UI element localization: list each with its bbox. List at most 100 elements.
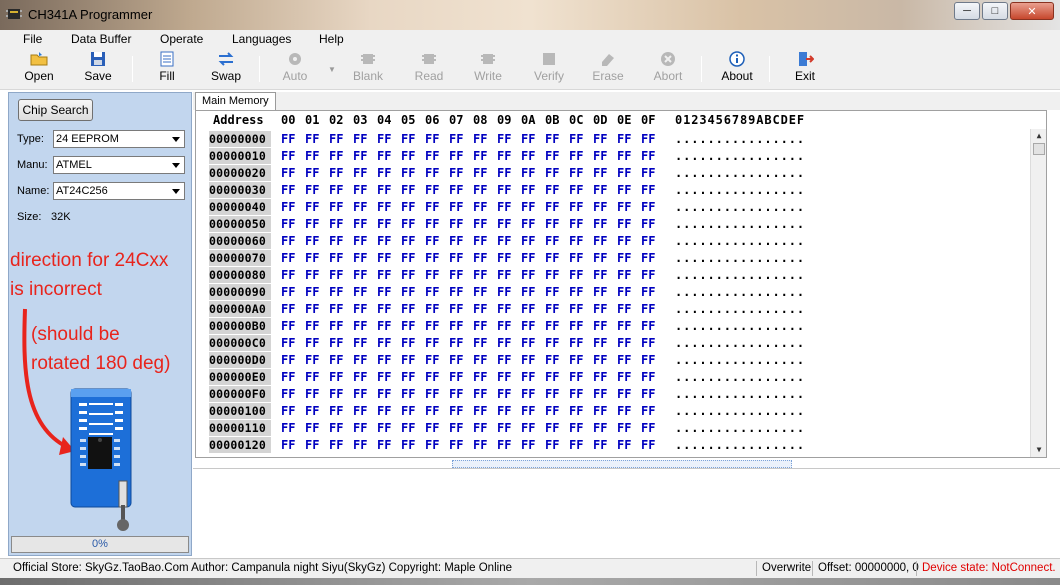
hex-byte[interactable]: FF [641,352,655,368]
hex-byte[interactable]: FF [305,352,319,368]
hex-byte[interactable]: FF [593,216,607,232]
hex-row[interactable]: 000000A0 FF FF FF FF FF FF FF FF FF FF FF FF FF FF FF FF… [196,301,1031,318]
menu-file[interactable]: File [23,32,42,46]
hex-row[interactable]: 000000E0 FF FF FF FF FF FF FF FF FF FF FF FF FF FF FF FF… [196,369,1031,386]
hex-byte[interactable]: FF [617,369,631,385]
hex-byte[interactable]: FF [473,335,487,351]
hex-byte[interactable]: FF [617,182,631,198]
hex-byte[interactable]: FF [473,301,487,317]
hex-byte[interactable]: FF [329,233,343,249]
hex-byte[interactable]: FF [593,199,607,215]
hex-byte[interactable]: FF [569,131,583,147]
ascii-text[interactable]: ................ [675,199,805,215]
hex-byte[interactable]: FF [473,250,487,266]
hex-byte[interactable]: FF [425,369,439,385]
hex-byte[interactable]: FF [353,199,367,215]
hex-byte[interactable]: FF [401,420,415,436]
hex-byte[interactable]: FF [281,131,295,147]
hex-byte[interactable]: FF [617,335,631,351]
ascii-text[interactable]: ................ [675,386,805,402]
hex-byte[interactable]: FF [281,199,295,215]
hex-byte[interactable]: FF [641,199,655,215]
hex-byte[interactable]: FF [641,165,655,181]
hex-byte[interactable]: FF [497,182,511,198]
hex-byte[interactable]: FF [401,199,415,215]
ascii-text[interactable]: ................ [675,148,805,164]
hex-byte[interactable]: FF [305,318,319,334]
hex-byte[interactable]: FF [473,182,487,198]
hex-byte[interactable]: FF [353,420,367,436]
hex-byte[interactable]: FF [425,437,439,453]
hex-byte[interactable]: FF [497,403,511,419]
hex-byte[interactable]: FF [593,131,607,147]
hex-byte[interactable]: FF [521,216,535,232]
hex-byte[interactable]: FF [329,420,343,436]
hex-byte[interactable]: FF [281,386,295,402]
hex-byte[interactable]: FF [449,301,463,317]
swap-button[interactable]: Swap [201,50,251,88]
hex-byte[interactable]: FF [353,301,367,317]
write-button[interactable]: Write [463,50,513,88]
hex-byte[interactable]: FF [497,386,511,402]
hex-byte[interactable]: FF [305,250,319,266]
hex-byte[interactable]: FF [569,318,583,334]
hex-byte[interactable]: FF [401,250,415,266]
hex-byte[interactable]: FF [353,369,367,385]
hex-byte[interactable]: FF [593,386,607,402]
hex-row[interactable]: 00000020 FF FF FF FF FF FF FF FF FF FF FF FF FF FF FF FF… [196,165,1031,182]
hex-byte[interactable]: FF [617,148,631,164]
hex-byte[interactable]: FF [305,301,319,317]
scroll-down-icon[interactable]: ▼ [1031,443,1047,457]
hex-byte[interactable]: FF [425,216,439,232]
hex-byte[interactable]: FF [641,301,655,317]
hex-byte[interactable]: FF [473,318,487,334]
hex-byte[interactable]: FF [617,386,631,402]
hex-byte[interactable]: FF [569,301,583,317]
hex-byte[interactable]: FF [473,233,487,249]
hex-byte[interactable]: FF [617,165,631,181]
hex-byte[interactable]: FF [305,335,319,351]
hex-byte[interactable]: FF [593,318,607,334]
hex-byte[interactable]: FF [497,131,511,147]
hex-byte[interactable]: FF [401,131,415,147]
menu-help[interactable]: Help [319,32,344,46]
hex-byte[interactable]: FF [521,131,535,147]
hex-byte[interactable]: FF [305,199,319,215]
hex-byte[interactable]: FF [401,148,415,164]
hex-byte[interactable]: FF [545,352,559,368]
hex-byte[interactable]: FF [497,301,511,317]
hex-byte[interactable]: FF [521,165,535,181]
hex-byte[interactable]: FF [449,386,463,402]
hex-byte[interactable]: FF [569,148,583,164]
hex-byte[interactable]: FF [617,352,631,368]
hex-byte[interactable]: FF [521,250,535,266]
hex-byte[interactable]: FF [401,165,415,181]
hex-byte[interactable]: FF [377,148,391,164]
hex-byte[interactable]: FF [497,233,511,249]
hex-byte[interactable]: FF [521,318,535,334]
hex-byte[interactable]: FF [401,352,415,368]
hex-byte[interactable]: FF [353,318,367,334]
auto-dropdown-arrow-icon[interactable]: ▼ [328,65,336,74]
hex-byte[interactable]: FF [545,148,559,164]
hex-byte[interactable]: FF [377,318,391,334]
hex-byte[interactable]: FF [425,148,439,164]
hex-byte[interactable]: FF [641,182,655,198]
hex-byte[interactable]: FF [425,250,439,266]
ascii-text[interactable]: ................ [675,182,805,198]
hex-byte[interactable]: FF [281,284,295,300]
hex-row[interactable]: 000000D0 FF FF FF FF FF FF FF FF FF FF FF FF FF FF FF FF… [196,352,1031,369]
hex-byte[interactable]: FF [545,437,559,453]
hex-byte[interactable]: FF [545,301,559,317]
hex-byte[interactable]: FF [473,437,487,453]
hex-byte[interactable]: FF [425,267,439,283]
hex-byte[interactable]: FF [329,335,343,351]
ascii-text[interactable]: ................ [675,335,805,351]
hex-byte[interactable]: FF [377,233,391,249]
hex-byte[interactable]: FF [617,318,631,334]
hex-byte[interactable]: FF [521,386,535,402]
hex-byte[interactable]: FF [521,301,535,317]
hex-byte[interactable]: FF [569,199,583,215]
hex-byte[interactable]: FF [497,437,511,453]
hex-row[interactable]: 000000B0 FF FF FF FF FF FF FF FF FF FF FF FF FF FF FF FF… [196,318,1031,335]
